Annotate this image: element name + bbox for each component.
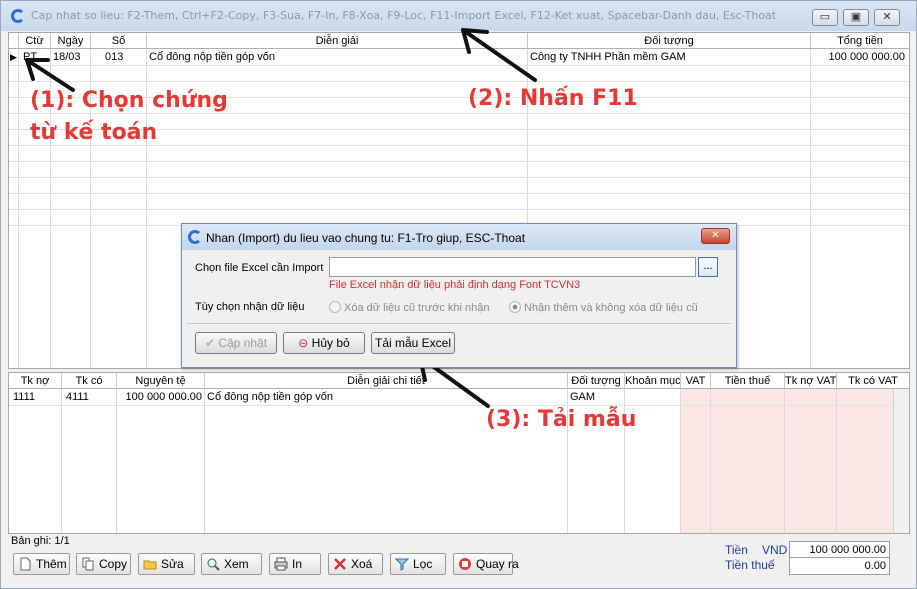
cell-ngay[interactable]: 18/03 — [51, 49, 91, 65]
cell-so[interactable]: 013 — [103, 49, 147, 65]
edit-button[interactable]: Sửa — [138, 553, 195, 575]
column-header-vat[interactable]: VAT — [681, 373, 711, 389]
cell-ctu[interactable]: PT — [21, 49, 51, 65]
column-header-tien-thue[interactable]: Tiền thuế — [711, 373, 785, 389]
column-header-doi-tuong[interactable]: Đối tượng — [528, 33, 811, 49]
import-dialog: Nhan (Import) du lieu vao chung tu: F1-T… — [181, 223, 737, 368]
format-note: File Excel nhận dữ liệu phải định dạng F… — [329, 279, 581, 291]
browse-button[interactable]: ... — [698, 257, 718, 277]
cell-tk-co[interactable]: 4111 — [64, 389, 116, 405]
minimize-icon: ▭ — [819, 11, 831, 23]
title-bar: Cap nhat so lieu: F2-Them, Ctrl+F2-Copy,… — [1, 1, 916, 31]
column-header-ngay[interactable]: Ngày — [51, 33, 91, 49]
close-button[interactable]: ✕ — [874, 9, 900, 26]
close-icon: ✕ — [711, 230, 720, 241]
update-button[interactable]: ✔ Cập nhật — [195, 332, 277, 354]
column-header-dien-giai[interactable]: Diễn giải — [147, 33, 528, 49]
tien-thue-label: Tiền thuế — [725, 558, 775, 572]
copy-icon — [82, 557, 94, 571]
vat-highlight-area — [681, 373, 909, 533]
options-label: Tùy chọn nhận dữ liệu — [195, 301, 305, 313]
divider — [187, 323, 731, 324]
option-clear-radio[interactable]: Xóa dữ liệu cũ trước khi nhận — [329, 301, 489, 314]
option-append-radio[interactable]: Nhận thêm và không xóa dữ liệu cũ — [509, 301, 698, 314]
delete-x-icon — [334, 558, 346, 570]
print-button[interactable]: In — [269, 553, 321, 575]
cell-dien-giai-chi-tiet[interactable]: Cổ đông nộp tiền góp vốn — [205, 389, 567, 405]
column-header-tk-no[interactable]: Tk nợ — [9, 373, 62, 389]
check-icon: ✔ — [204, 336, 219, 350]
annotation-step2: (2): Nhấn F11 — [468, 86, 638, 111]
app-logo-icon — [11, 9, 25, 23]
cell-doi-tuong[interactable]: GAM — [568, 389, 624, 405]
column-header-so[interactable]: Số — [91, 33, 147, 49]
close-icon: ✕ — [882, 11, 892, 23]
file-path-input[interactable] — [329, 257, 696, 277]
column-header-khoan-muc[interactable]: Khoản mục — [625, 373, 681, 389]
column-header-tong-tien[interactable]: Tổng tiền — [811, 33, 909, 49]
column-header-tk-co-vat[interactable]: Tk có VAT — [837, 373, 909, 389]
add-button[interactable]: Thêm — [13, 553, 70, 575]
row-selector-icon: ▶ — [10, 52, 17, 62]
exit-icon — [459, 558, 471, 570]
download-template-button[interactable]: Tải mẫu Excel — [371, 332, 455, 354]
annotation-step3: (3): Tải mẫu — [486, 407, 637, 432]
cell-doi-tuong[interactable]: Công ty TNHH Phần mềm GAM — [528, 49, 810, 65]
minimize-button[interactable]: ▭ — [812, 9, 838, 26]
window-title: Cap nhat so lieu: F2-Them, Ctrl+F2-Copy,… — [31, 9, 777, 22]
restore-button[interactable]: ▣ — [843, 9, 869, 26]
printer-icon — [274, 557, 288, 571]
column-header-dien-giai-chi-tiet[interactable]: Diễn giải chi tiết — [205, 373, 568, 389]
file-label: Chọn file Excel cần Import — [195, 262, 324, 274]
record-count: Bản ghi: 1/1 — [11, 535, 70, 547]
dialog-title-bar: Nhan (Import) du lieu vao chung tu: F1-T… — [182, 224, 736, 250]
currency-label: VND — [762, 543, 788, 557]
filter-icon — [395, 558, 409, 571]
column-header-doi-tuong[interactable]: Đối tượng — [568, 373, 625, 389]
annotation-step1-line1: (1): Chọn chứng — [30, 88, 228, 113]
tien-label: Tiền — [725, 543, 748, 557]
view-button[interactable]: Xem — [201, 553, 262, 575]
magnifier-icon — [207, 558, 220, 571]
radio-selected-icon — [509, 301, 521, 313]
exit-button[interactable]: Quay ra — [453, 553, 519, 575]
cancel-icon: ⊝ — [298, 336, 312, 350]
cell-tong-tien[interactable]: 100 000 000.00 — [811, 49, 907, 65]
dialog-title: Nhan (Import) du lieu vao chung tu: F1-T… — [206, 231, 526, 245]
column-header-tk-no-vat[interactable]: Tk nợ VAT — [785, 373, 837, 389]
row-indicator-header — [9, 33, 19, 49]
tien-thue-value-field[interactable]: 0.00 — [789, 557, 890, 575]
cancel-button[interactable]: ⊝ Hủy bỏ — [283, 332, 365, 354]
annotation-step1-line2: từ kế toán — [30, 120, 158, 145]
app-logo-icon — [188, 230, 202, 244]
new-document-icon — [20, 557, 31, 571]
column-header-ctu[interactable]: Ctừ — [19, 33, 51, 49]
column-header-nguyen-te[interactable]: Nguyên tệ — [117, 373, 205, 389]
filter-button[interactable]: Lọc — [390, 553, 446, 575]
delete-button[interactable]: Xoá — [328, 553, 383, 575]
cell-dien-giai[interactable]: Cổ đông nộp tiền góp vốn — [147, 49, 527, 65]
column-header-tk-co[interactable]: Tk có — [62, 373, 117, 389]
radio-icon — [329, 301, 341, 313]
dialog-close-button[interactable]: ✕ — [701, 228, 730, 244]
detail-grid[interactable]: Tk nợ Tk có Nguyên tệ Diễn giải chi tiết… — [8, 372, 910, 534]
scrollbar[interactable] — [893, 389, 909, 533]
cell-tk-no[interactable]: 1111 — [11, 389, 61, 405]
copy-button[interactable]: Copy — [76, 553, 131, 575]
cell-nguyen-te[interactable]: 100 000 000.00 — [117, 389, 204, 405]
folder-icon — [143, 560, 157, 570]
restore-icon: ▣ — [850, 11, 862, 23]
